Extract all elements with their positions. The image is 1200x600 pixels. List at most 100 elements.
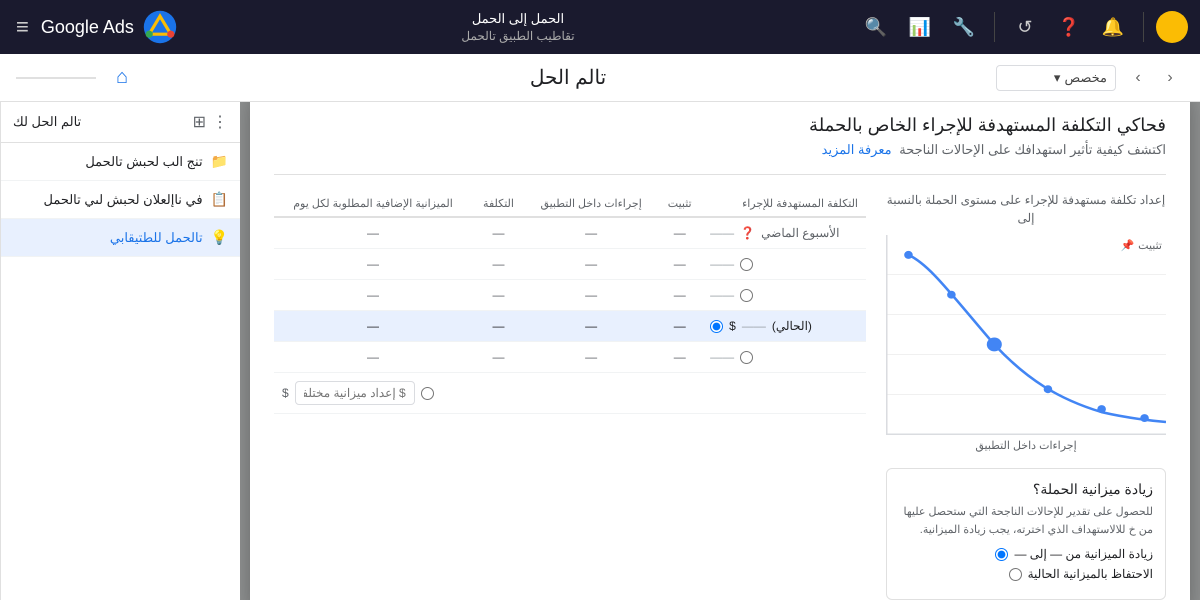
simulator-table: التكلفة المستهدفة للإجراء تثبيت إجراءات … bbox=[274, 191, 866, 414]
sidebar-header-icons: ⋮ ⊞ bbox=[193, 112, 228, 132]
table-panel: التكلفة المستهدفة للإجراء تثبيت إجراءات … bbox=[274, 191, 866, 600]
menu-icon[interactable]: ≡ bbox=[12, 14, 33, 40]
modal-body: إعداد تكلفة مستهدفة للإجراء على مستوى ال… bbox=[274, 191, 1166, 600]
chart-panel: إعداد تكلفة مستهدفة للإجراء على مستوى ال… bbox=[886, 191, 1166, 600]
nav-forward-button[interactable]: › bbox=[1124, 64, 1152, 92]
row-budget-5: — bbox=[274, 342, 472, 373]
sub-navigation: ‹ › مخصص ▾ تالم الحل ⌂ bbox=[0, 54, 1200, 102]
nav-arrows: ‹ › bbox=[1124, 64, 1184, 92]
row-radio-2[interactable] bbox=[740, 258, 753, 271]
budget-description: للحصول على تقدير للإحالات الناجحة التي س… bbox=[899, 504, 1153, 539]
history-icon[interactable]: ↺ bbox=[1007, 9, 1043, 45]
nav-back-button[interactable]: ‹ bbox=[1156, 64, 1184, 92]
logo-circle bbox=[1156, 11, 1188, 43]
notifications-icon[interactable]: 🔔 bbox=[1095, 9, 1131, 45]
home-button[interactable]: ⌂ bbox=[104, 60, 140, 96]
row-install-5: — bbox=[657, 342, 702, 373]
chevron-down-icon: ▾ bbox=[1054, 70, 1061, 86]
row-budget-lastweek: — bbox=[274, 217, 472, 249]
modal-subtitle: اكتشف كيفية تأثير استهدافك على الإحالات … bbox=[274, 142, 1166, 158]
row-cpa-current: (الحالي) —— $ bbox=[702, 311, 866, 342]
row-install-2: — bbox=[657, 249, 702, 280]
row-radio-container: —— bbox=[710, 350, 858, 364]
simulator-modal: فحاكي التكلفة المستهدفة للإجراء الخاص با… bbox=[250, 102, 1190, 600]
nav-line bbox=[16, 77, 96, 79]
col-header-install: تثبيت bbox=[657, 191, 702, 217]
table-row: الأسبوع الماضي ❓ —— — — — — bbox=[274, 217, 866, 249]
budget-option-keep: الاحتفاظ بالميزانية الحالية bbox=[899, 567, 1153, 581]
chart-svg bbox=[887, 235, 1166, 434]
question-icon: ❓ bbox=[740, 226, 755, 240]
row-cost-lastweek: — bbox=[472, 217, 525, 249]
content-area: فحاكي التكلفة المستهدفة للإجراء الخاص با… bbox=[240, 102, 1200, 600]
recommendations-icon: 💡 bbox=[211, 229, 228, 246]
chart-container: تثبيت 📌 bbox=[886, 235, 1166, 435]
budget-increase-radio[interactable] bbox=[995, 548, 1008, 561]
table-row: —— — — — — bbox=[274, 249, 866, 280]
custom-budget-radio[interactable] bbox=[421, 387, 434, 400]
main-layout: فحاكي التكلفة المستهدفة للإجراء الخاص با… bbox=[0, 102, 1200, 600]
dash-value: —— bbox=[710, 226, 734, 240]
chart-x-label: إجراءات داخل التطبيق bbox=[886, 439, 1166, 452]
table-row-custom: $ bbox=[274, 373, 866, 414]
row-install-lastweek: — bbox=[657, 217, 702, 249]
custom-budget-row: $ bbox=[282, 381, 858, 405]
nav-divider bbox=[1143, 12, 1144, 42]
more-options-icon[interactable]: ⋮ bbox=[212, 112, 228, 132]
row-inapp-current: — bbox=[525, 311, 657, 342]
learn-more-link[interactable]: معرفة المزيد bbox=[822, 142, 892, 157]
nav-divider-2 bbox=[994, 12, 995, 42]
row-install-current: — bbox=[657, 311, 702, 342]
row-inapp-5: — bbox=[525, 342, 657, 373]
chart-icon[interactable]: 📊 bbox=[902, 9, 938, 45]
col-header-budget: الميزانية الإضافية المطلوبة لكل يوم bbox=[274, 191, 472, 217]
sidebar-item-campaigns[interactable]: 📁 تنج الب لحبش تالحمل bbox=[1, 143, 240, 181]
top-navigation: 🔔 ❓ ↺ 🔧 📊 🔍 الحمل إلى الحمل تقاطيب الطبي… bbox=[0, 0, 1200, 54]
sidebar-title: تالم الحل لك bbox=[13, 114, 81, 130]
row-cost-current: — bbox=[472, 311, 525, 342]
search-icon[interactable]: 🔍 bbox=[858, 9, 894, 45]
sidebar-item-recommendations[interactable]: 💡 تالحمل للطتيقابي bbox=[1, 219, 240, 257]
help-icon[interactable]: ❓ bbox=[1051, 9, 1087, 45]
google-ads-brand: Google Ads bbox=[41, 9, 178, 45]
budget-option-increase: زيادة الميزانية من — إلى — bbox=[899, 547, 1153, 561]
row-radio-5[interactable] bbox=[740, 351, 753, 364]
sidebar-item-ads[interactable]: 📋 في ناإلعلان لحبش لىي تالحمل bbox=[1, 181, 240, 219]
col-header-cpa: التكلفة المستهدفة للإجراء bbox=[702, 191, 866, 217]
row-radio-3[interactable] bbox=[740, 289, 753, 302]
row-inapp-2: — bbox=[525, 249, 657, 280]
row-inapp-lastweek: — bbox=[525, 217, 657, 249]
row-cpa-5: —— bbox=[702, 342, 866, 373]
row-cost-2: — bbox=[472, 249, 525, 280]
right-sidebar: ⋮ ⊞ تالم الحل لك 📁 تنج الب لحبش تالحمل 📋… bbox=[0, 102, 240, 600]
row-radio-current[interactable] bbox=[710, 320, 723, 333]
row-cpa-3: —— bbox=[702, 280, 866, 311]
row-budget-3: — bbox=[274, 280, 472, 311]
row-radio-container: —— bbox=[710, 288, 858, 302]
chart-pin-label: تثبيت 📌 bbox=[1120, 239, 1162, 252]
budget-keep-radio[interactable] bbox=[1009, 568, 1022, 581]
table-row-current: (الحالي) —— $ — — — — bbox=[274, 311, 866, 342]
custom-budget-input[interactable] bbox=[295, 381, 415, 405]
row-radio-container: —— bbox=[710, 257, 858, 271]
budget-section: زيادة ميزانية الحملة؟ للحصول على تقدير ل… bbox=[886, 468, 1166, 600]
table-header-row: التكلفة المستهدفة للإجراء تثبيت إجراءات … bbox=[274, 191, 866, 217]
table-row: —— — — — — bbox=[274, 342, 866, 373]
row-install-3: — bbox=[657, 280, 702, 311]
custom-budget-cell: $ bbox=[274, 373, 866, 414]
modal-title: فحاكي التكلفة المستهدفة للإجراء الخاص با… bbox=[274, 115, 1166, 136]
tools-icon[interactable]: 🔧 bbox=[946, 9, 982, 45]
col-header-inapp: إجراءات داخل التطبيق bbox=[525, 191, 657, 217]
ads-icon: 📋 bbox=[211, 191, 228, 208]
row-cost-3: — bbox=[472, 280, 525, 311]
google-ads-logo-icon bbox=[142, 9, 178, 45]
row-cpa-lastweek: الأسبوع الماضي ❓ —— bbox=[702, 217, 866, 249]
row-inapp-3: — bbox=[525, 280, 657, 311]
breadcrumb: الحمل إلى الحمل تقاطيب الطبيق تالحمل bbox=[461, 10, 574, 45]
filter-dropdown[interactable]: مخصص ▾ bbox=[996, 65, 1116, 91]
row-budget-2: — bbox=[274, 249, 472, 280]
grid-icon[interactable]: ⊞ bbox=[193, 112, 206, 132]
modal-overlay: فحاكي التكلفة المستهدفة للإجراء الخاص با… bbox=[240, 102, 1200, 600]
row-cost-5: — bbox=[472, 342, 525, 373]
campaign-icon: 📁 bbox=[211, 153, 228, 170]
